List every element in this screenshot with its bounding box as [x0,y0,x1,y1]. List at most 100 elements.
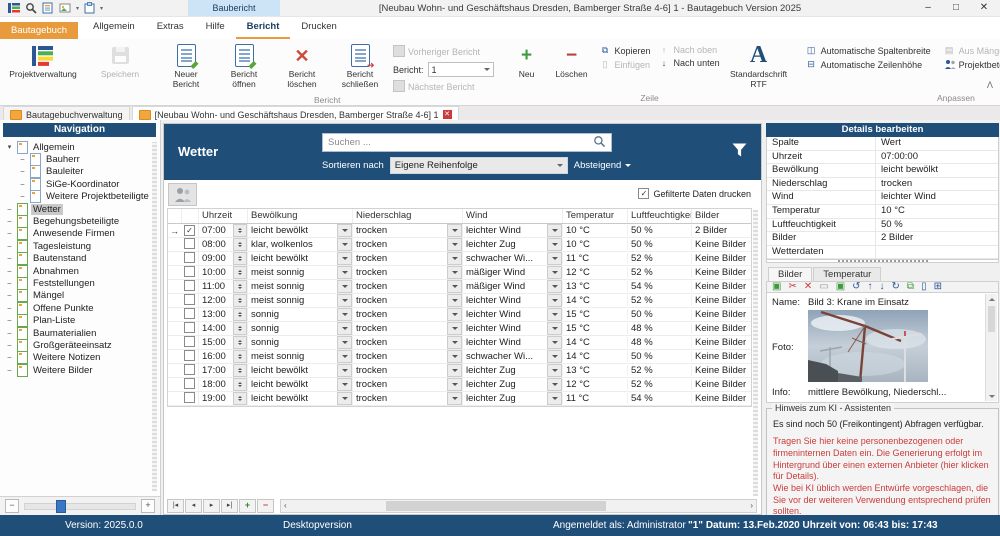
column-header[interactable]: Bewölkung [247,209,352,223]
dropdown-icon[interactable] [447,364,462,377]
first-record-button[interactable]: |◂ [167,499,184,513]
time-spinner[interactable] [233,350,247,363]
temperature-cell[interactable]: 14 °C [562,351,627,362]
humidity-cell[interactable]: 54 % [627,281,691,292]
ribbon-collapse-icon[interactable]: ᐱ [987,80,993,91]
wind-cell[interactable]: leichter Zug [462,364,562,377]
horizontal-scrollbar[interactable]: ‹ › [280,499,757,513]
app-menu-button[interactable]: Bautagebuch [0,22,78,39]
delete-record-button[interactable]: − [257,499,274,513]
move-up-icon[interactable]: ↑ [868,282,873,292]
ribbon-tab-2[interactable]: Hilfe [195,17,236,39]
table-row[interactable]: 08:00 klar, wolkenlos trocken leichter Z… [168,238,751,252]
table-row[interactable]: 19:00 leicht bewölkt trocken leichter Zu… [168,392,751,406]
dropdown-icon[interactable] [337,224,352,237]
time-cell[interactable]: 14:00 [198,322,247,335]
ki-warning-text[interactable]: Tragen Sie hier keine personenbezogenen … [773,436,992,483]
dropdown-icon[interactable] [447,322,462,335]
dropdown-icon[interactable] [447,224,462,237]
wind-cell[interactable]: leichter Zug [462,238,562,251]
dropdown-icon[interactable] [547,224,562,237]
detail-row[interactable]: Luftfeuchtigkeit50 % [767,219,998,233]
nav-item[interactable]: – Bauleiter [18,166,160,178]
details-splitter[interactable] [766,260,999,263]
images-cell[interactable]: Keine Bilder [691,379,751,390]
search-icon[interactable] [593,135,606,151]
column-header[interactable]: Temperatur [562,209,627,223]
naechster-bericht-button[interactable]: Nächster Bericht [393,80,494,94]
temperature-cell[interactable]: 10 °C [562,239,627,250]
column-header[interactable]: Wind [462,209,562,223]
tab-temperatur[interactable]: Temperatur [813,267,881,281]
humidity-cell[interactable]: 50 % [627,309,691,320]
time-spinner[interactable] [233,364,247,377]
sort-direction-button[interactable]: Absteigend [574,160,632,171]
dropdown-icon[interactable] [447,350,462,363]
temperature-cell[interactable]: 14 °C [562,295,627,306]
dropdown-icon[interactable] [337,294,352,307]
clouds-cell[interactable]: sonnig [247,336,352,349]
dropdown-icon[interactable] [547,364,562,377]
column-header[interactable]: Niederschlag [352,209,462,223]
dropdown-icon[interactable] [447,238,462,251]
dropdown-icon[interactable] [447,308,462,321]
nav-item[interactable]: – Abnahmen [5,265,160,277]
precipitation-cell[interactable]: trocken [352,378,462,391]
dropdown-icon[interactable] [337,336,352,349]
row-checkbox[interactable] [184,392,195,403]
search-input[interactable]: Suchen ... [322,133,612,152]
images-cell[interactable]: Keine Bilder [691,253,751,264]
scroll-left-icon[interactable]: ‹ [284,501,287,510]
precipitation-cell[interactable]: trocken [352,280,462,293]
time-cell[interactable]: 16:00 [198,350,247,363]
time-spinner[interactable] [233,224,247,237]
bericht-schliessen-button[interactable]: Bericht schließen [331,41,389,90]
images-cell[interactable]: Keine Bilder [691,351,751,362]
dropdown-icon[interactable] [547,322,562,335]
add-record-button[interactable]: + [239,499,256,513]
table-row[interactable]: 13:00 sonnig trocken leichter Wind 15 °C… [168,308,751,322]
dropdown-icon[interactable] [337,378,352,391]
nav-item[interactable]: ▾ Allgemein [5,141,160,153]
close-tab-icon[interactable]: ✕ [443,110,452,119]
nav-item[interactable]: – Weitere Notizen [5,352,160,364]
dropdown-icon[interactable] [337,322,352,335]
dropdown-icon[interactable] [447,280,462,293]
wind-cell[interactable]: schwacher Wi... [462,350,562,363]
ribbon-tab-0[interactable]: Allgemein [82,17,146,39]
projektverwaltung-button[interactable]: Projektverwaltung [3,41,83,80]
row-checkbox[interactable] [184,308,195,319]
dropdown-icon[interactable] [547,252,562,265]
table-row[interactable]: → ✓ 07:00 leicht bewölkt trocken leichte… [168,224,751,238]
precipitation-cell[interactable]: trocken [352,252,462,265]
time-cell[interactable]: 19:00 [198,392,247,405]
attendees-button[interactable] [168,183,197,206]
nav-item[interactable]: – Weitere Bilder [5,364,160,376]
dropdown-icon[interactable] [547,392,562,405]
nav-item[interactable]: – Bauherr [18,153,160,165]
time-spinner[interactable] [233,266,247,279]
dropdown-icon[interactable] [547,336,562,349]
zoom-in-button[interactable]: + [141,499,155,513]
row-checkbox[interactable] [184,378,195,389]
clouds-cell[interactable]: sonnig [247,322,352,335]
row-checkbox[interactable] [184,336,195,347]
report-book-icon[interactable] [42,2,54,14]
temperature-cell[interactable]: 13 °C [562,281,627,292]
scroll-thumb[interactable] [386,501,606,511]
preview-icon[interactable]: ⊞ [934,282,942,292]
close-button[interactable]: ✕ [970,0,998,16]
standardschrift-button[interactable]: A Standardschrift RTF [724,41,794,90]
temperature-cell[interactable]: 11 °C [562,393,627,404]
print-filtered-checkbox[interactable]: ✓ Gefilterte Daten drucken [638,188,751,199]
dropdown-icon[interactable] [447,266,462,279]
temperature-cell[interactable]: 12 °C [562,379,627,390]
vorheriger-bericht-button[interactable]: Vorheriger Bericht [393,45,494,59]
clouds-cell[interactable]: meist sonnig [247,280,352,293]
humidity-cell[interactable]: 48 % [627,337,691,348]
images-cell[interactable]: Keine Bilder [691,281,751,292]
maengel-import-button[interactable]: ▤Aus Mängelmanagement importieren [944,45,1000,56]
dropdown-icon[interactable] [337,238,352,251]
add-image-icon[interactable]: ▣ [772,282,781,292]
images-cell[interactable]: Keine Bilder [691,267,751,278]
